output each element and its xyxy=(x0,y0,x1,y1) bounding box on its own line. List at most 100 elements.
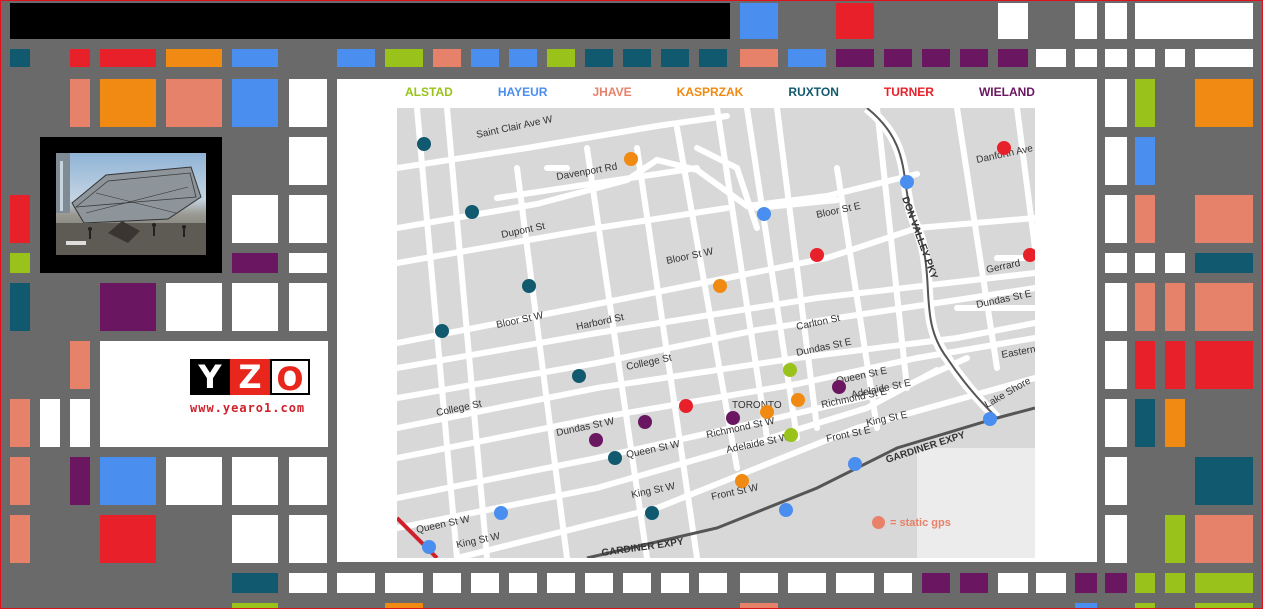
color-tile xyxy=(740,573,778,593)
gps-dot-wieland[interactable] xyxy=(726,411,740,425)
color-tile xyxy=(740,3,778,39)
gps-dot-hayeur[interactable] xyxy=(757,207,771,221)
logo-letter-z: Z xyxy=(230,359,270,395)
gps-dot-alstad[interactable] xyxy=(783,363,797,377)
toronto-map[interactable]: Saint Clair Ave W Davenport Rd Dupont St… xyxy=(397,108,1035,558)
color-tile xyxy=(100,515,156,563)
gps-dot-kasprzak[interactable] xyxy=(760,405,774,419)
legend-hayeur[interactable]: HAYEUR xyxy=(498,82,548,102)
color-tile xyxy=(661,573,689,593)
gps-dot-hayeur[interactable] xyxy=(848,457,862,471)
gps-dot-turner[interactable] xyxy=(679,399,693,413)
gps-dot-ruxton[interactable] xyxy=(608,451,622,465)
gps-dot-turner[interactable] xyxy=(997,141,1011,155)
gps-dot-ruxton[interactable] xyxy=(465,205,479,219)
gps-dot-ruxton[interactable] xyxy=(645,506,659,520)
color-tile xyxy=(1165,341,1185,389)
color-tile xyxy=(509,49,537,67)
color-tile xyxy=(585,49,613,67)
gps-dot-kasprzak[interactable] xyxy=(713,279,727,293)
gps-dot-ruxton[interactable] xyxy=(417,137,431,151)
color-tile xyxy=(166,49,222,67)
pavilion-photo[interactable] xyxy=(56,153,206,255)
color-tile xyxy=(998,3,1028,39)
color-tile xyxy=(1195,283,1253,331)
legend-wieland[interactable]: WIELAND xyxy=(979,82,1035,102)
color-tile xyxy=(1105,341,1127,389)
yzo-logo[interactable]: Y Z O www.yearo1.com xyxy=(100,341,328,447)
logo-letter-y: Y xyxy=(190,359,230,395)
color-tile xyxy=(10,283,30,331)
color-tile xyxy=(1165,399,1185,447)
color-tile xyxy=(623,573,651,593)
gps-dot-wieland[interactable] xyxy=(638,415,652,429)
logo-url[interactable]: www.yearo1.com xyxy=(190,401,305,415)
svg-text:Front St E: Front St E xyxy=(825,425,872,445)
color-tile xyxy=(385,573,423,593)
gps-dot-wieland[interactable] xyxy=(832,380,846,394)
gps-dot-turner[interactable] xyxy=(810,248,824,262)
color-tile xyxy=(10,49,30,67)
photo-frame xyxy=(40,137,222,273)
color-tile xyxy=(1105,137,1127,185)
svg-text:Saint Clair Ave W: Saint Clair Ave W xyxy=(475,114,554,141)
color-tile xyxy=(1165,283,1185,331)
color-tile xyxy=(433,49,461,67)
color-tile xyxy=(623,49,651,67)
gps-dot-hayeur[interactable] xyxy=(494,506,508,520)
color-tile xyxy=(100,283,156,331)
gps-dot-hayeur[interactable] xyxy=(422,540,436,554)
color-tile xyxy=(922,49,950,67)
color-tile xyxy=(699,49,727,67)
color-tile xyxy=(433,573,461,593)
color-tile xyxy=(1105,457,1127,505)
color-tile xyxy=(100,457,156,505)
color-tile xyxy=(289,137,327,185)
legend-alstad[interactable]: ALSTAD xyxy=(405,82,453,102)
svg-text:TORONTO: TORONTO xyxy=(732,400,782,411)
color-tile xyxy=(70,49,90,67)
color-tile xyxy=(740,603,778,609)
color-tile xyxy=(40,399,60,447)
color-tile xyxy=(1195,573,1253,593)
color-tile xyxy=(1195,195,1253,243)
top-black-bar xyxy=(10,3,730,39)
gps-dot-hayeur[interactable] xyxy=(779,503,793,517)
color-tile xyxy=(166,457,222,505)
color-tile xyxy=(1135,49,1155,67)
color-tile xyxy=(10,457,30,505)
color-tile xyxy=(740,49,778,67)
gps-dot-ruxton[interactable] xyxy=(522,279,536,293)
color-tile xyxy=(1135,3,1253,39)
color-tile xyxy=(471,49,499,67)
svg-text:DON VALLEY PKY: DON VALLEY PKY xyxy=(899,195,939,281)
gps-dot-kasprzak[interactable] xyxy=(624,152,638,166)
gps-dot-hayeur[interactable] xyxy=(900,175,914,189)
legend-kasprzak[interactable]: KASPRZAK xyxy=(677,82,744,102)
color-tile xyxy=(1036,49,1066,67)
color-tile xyxy=(471,573,499,593)
color-tile xyxy=(385,49,423,67)
color-tile xyxy=(289,253,327,273)
gps-dot-alstad[interactable] xyxy=(784,428,798,442)
gps-dot-hayeur[interactable] xyxy=(983,412,997,426)
color-tile xyxy=(70,79,90,127)
gps-dot-ruxton[interactable] xyxy=(572,369,586,383)
color-tile xyxy=(232,253,278,273)
color-tile xyxy=(1195,457,1253,505)
color-tile xyxy=(10,399,30,447)
gps-dot-kasprzak[interactable] xyxy=(791,393,805,407)
color-tile xyxy=(1135,195,1155,243)
legend-ruxton[interactable]: RUXTON xyxy=(788,82,838,102)
legend-jhave[interactable]: JHAVE xyxy=(592,82,631,102)
gps-dot-wieland[interactable] xyxy=(589,433,603,447)
color-tile xyxy=(998,49,1028,67)
gps-dot-kasprzak[interactable] xyxy=(735,474,749,488)
legend-turner[interactable]: TURNER xyxy=(884,82,934,102)
gps-dot-ruxton[interactable] xyxy=(435,324,449,338)
color-tile xyxy=(289,79,327,127)
color-tile xyxy=(1075,603,1097,609)
color-tile xyxy=(1135,399,1155,447)
color-tile xyxy=(1135,79,1155,127)
color-tile xyxy=(10,195,30,243)
